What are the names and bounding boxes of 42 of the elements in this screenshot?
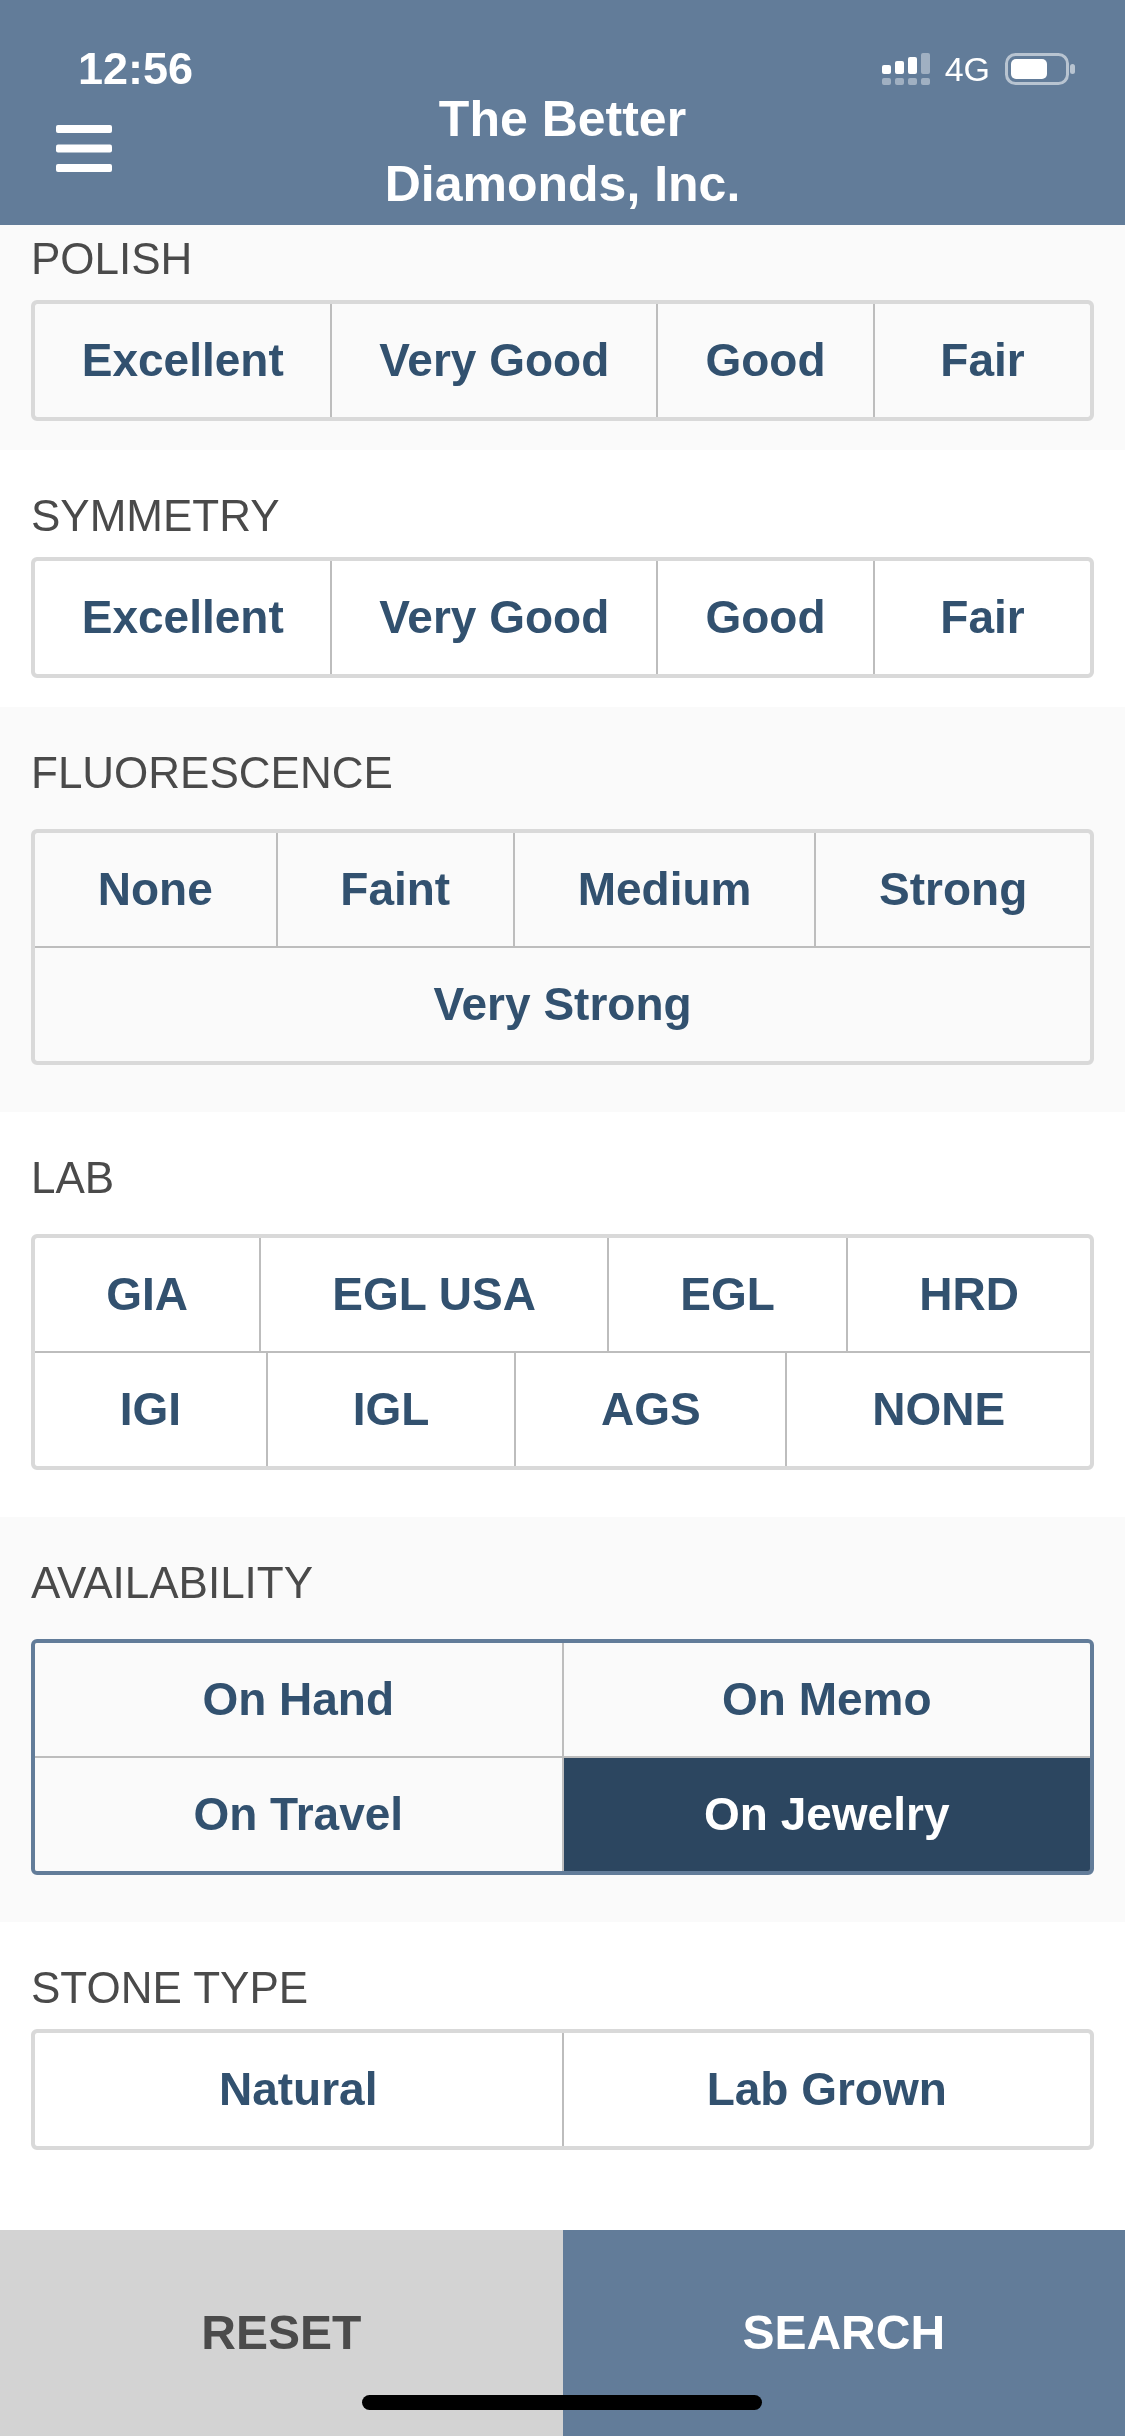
option-button[interactable]: NONE <box>787 1353 1090 1466</box>
option-button[interactable]: IGL <box>267 1353 515 1466</box>
option-button[interactable]: Good <box>658 304 873 417</box>
battery-icon <box>1005 53 1075 85</box>
option-button[interactable]: EGL USA <box>261 1238 608 1351</box>
menu-icon <box>56 124 112 172</box>
network-label: 4G <box>944 49 990 89</box>
menu-button[interactable] <box>56 124 112 172</box>
section-label: POLISH <box>31 233 193 285</box>
section-label: FLUORESCENCE <box>31 747 393 799</box>
option-button[interactable]: Fair <box>875 304 1090 417</box>
option-button[interactable]: GIA <box>35 1238 260 1351</box>
option-button[interactable]: On Memo <box>563 1643 1090 1756</box>
option-button[interactable]: Natural <box>35 2033 562 2146</box>
option-button[interactable]: IGI <box>35 1353 266 1466</box>
section-label: LAB <box>31 1152 115 1204</box>
option-button[interactable]: On Jewelry <box>563 1758 1090 1871</box>
option-button[interactable]: Faint <box>277 833 513 946</box>
option-button[interactable]: On Hand <box>35 1643 562 1756</box>
option-button[interactable]: Very Good <box>332 561 656 674</box>
search-button[interactable]: SEARCH <box>562 2230 1125 2436</box>
section-label: AVAILABILITY <box>31 1557 314 1609</box>
option-button[interactable]: AGS <box>516 1353 786 1466</box>
option-button[interactable]: Excellent <box>35 304 331 417</box>
option-button[interactable]: None <box>35 833 276 946</box>
option-button[interactable]: Fair <box>875 561 1090 674</box>
status-time: 12:56 <box>78 44 194 94</box>
option-button[interactable]: Strong <box>816 833 1090 946</box>
option-button[interactable]: Medium <box>514 833 815 946</box>
option-button[interactable]: Excellent <box>35 561 331 674</box>
reset-button[interactable]: RESET <box>0 2230 563 2436</box>
option-button[interactable]: Very Good <box>332 304 656 417</box>
section-label: SYMMETRY <box>31 490 280 542</box>
section-label: STONE TYPE <box>31 1962 309 2014</box>
signal-icon <box>881 53 930 85</box>
option-button[interactable]: Lab Grown <box>563 2033 1090 2146</box>
app-title: The Better Diamonds, Inc. <box>383 90 742 214</box>
option-button[interactable]: On Travel <box>35 1758 562 1871</box>
option-button[interactable]: Very Strong <box>35 948 1090 1061</box>
option-button[interactable]: Good <box>658 561 873 674</box>
option-button[interactable]: EGL <box>609 1238 846 1351</box>
option-button[interactable]: HRD <box>848 1238 1090 1351</box>
